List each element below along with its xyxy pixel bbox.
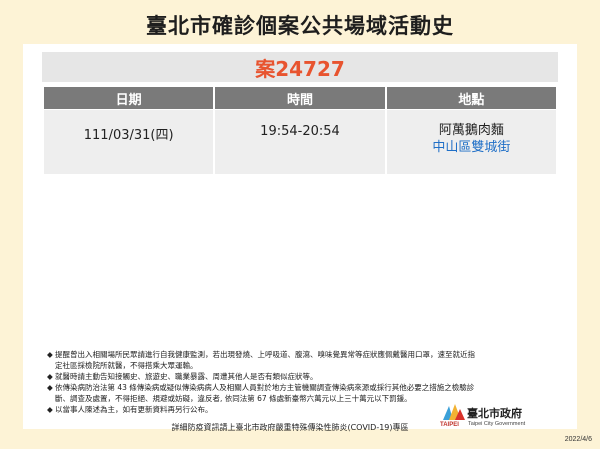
column-header-time: 時間 (215, 87, 385, 109)
taipei-logo-icon (443, 404, 465, 420)
logo-chinese-name: 臺北市政府 (467, 407, 522, 420)
time-value: 19:54-20:54 (260, 124, 340, 139)
list-item: ◆ 以當事人陳述為主，如有更新資料再另行公布。 (47, 405, 213, 414)
taipei-city-logo: TAIPEI 臺北市政府 Taipei City Government (440, 402, 540, 430)
activity-table: 日期 時間 地點 111/03/31(四) 19:54-20:54 阿萬鵝肉麵 … (42, 87, 558, 174)
logo-wordmark: TAIPEI (440, 422, 459, 428)
list-item: ◆ 依傳染病防治法第 43 條傳染病或疑似傳染病病人及相關人員對於地方主管機關調… (47, 383, 475, 403)
table-row: 111/03/31(四) 19:54-20:54 阿萬鵝肉麵 中山區雙城街 (44, 109, 556, 174)
place-address: 中山區雙城街 (432, 140, 511, 155)
notes-list: ◆ 提醒曾出入相關場所民眾請進行自我健康監測，若出現發燒、上呼吸道、腹瀉、嗅味覺… (47, 349, 477, 415)
date-cell: 111/03/31(四) (44, 109, 214, 174)
publish-date: 2022/4/6 (564, 436, 592, 443)
diamond-bullet-icon: ◆ (47, 350, 53, 359)
logo-english-name: Taipei City Government (468, 421, 526, 427)
list-item: ◆ 提醒曾出入相關場所民眾請進行自我健康監測，若出現發燒、上呼吸道、腹瀉、嗅味覺… (47, 350, 475, 370)
footer-info: 詳細防疫資訊請上臺北市政府嚴重特殊傳染性肺炎(COVID-19)專區 (171, 423, 409, 432)
diamond-bullet-icon: ◆ (47, 383, 53, 392)
diamond-bullet-icon: ◆ (47, 405, 53, 414)
page-title: 臺北市確診個案公共場域活動史 (146, 14, 454, 38)
place-cell: 阿萬鵝肉麵 中山區雙城街 (386, 109, 556, 174)
case-label: 案24727 (42, 52, 558, 82)
column-header-date: 日期 (44, 87, 214, 109)
list-item: ◆ 就醫時請主動告知接觸史、旅遊史、職業暴露、周遭其他人是否有類似症狀等。 (47, 372, 318, 381)
place-name: 阿萬鵝肉麵 (438, 123, 504, 138)
column-header-place: 地點 (386, 87, 556, 109)
diamond-bullet-icon: ◆ (47, 372, 53, 381)
time-cell: 19:54-20:54 (215, 109, 385, 174)
date-value: 111/03/31(四) (83, 128, 174, 143)
